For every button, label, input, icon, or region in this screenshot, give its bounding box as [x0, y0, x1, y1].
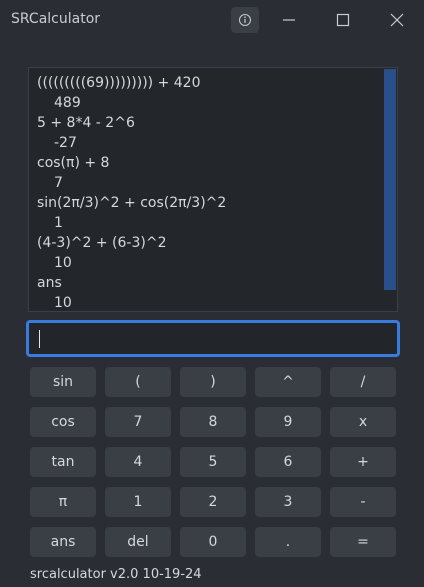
key-close-paren[interactable]: ) [180, 367, 246, 397]
info-button[interactable] [231, 7, 259, 33]
title-bar: SRCalculator [0, 0, 424, 40]
key-pi[interactable]: π [30, 487, 96, 517]
minimize-icon [283, 19, 295, 21]
history-result: 10 [54, 255, 72, 271]
key-open-paren[interactable]: ( [105, 367, 171, 397]
minimize-button[interactable] [277, 8, 301, 32]
history-result: 1 [54, 215, 63, 231]
key-8[interactable]: 8 [180, 407, 246, 437]
history-result: 10 [54, 295, 72, 311]
key-multiply[interactable]: x [330, 407, 396, 437]
history-expression: cos(π) + 8 [37, 155, 110, 171]
close-button[interactable] [385, 8, 409, 32]
info-icon [239, 14, 251, 26]
maximize-icon [336, 13, 350, 27]
history-expression: sin(2π/3)^2 + cos(2π/3)^2 [37, 195, 227, 211]
key-sin[interactable]: sin [30, 367, 96, 397]
key-tan[interactable]: tan [30, 447, 96, 477]
history-panel[interactable]: (((((((((69))))))))) + 420 489 5 + 8*4 - 2… [28, 67, 398, 312]
key-decimal[interactable]: . [255, 527, 321, 557]
key-7[interactable]: 7 [105, 407, 171, 437]
key-9[interactable]: 9 [255, 407, 321, 437]
key-divide[interactable]: / [330, 367, 396, 397]
key-6[interactable]: 6 [255, 447, 321, 477]
key-2[interactable]: 2 [180, 487, 246, 517]
text-caret [39, 330, 40, 348]
history-list: (((((((((69))))))))) + 420 489 5 + 8*4 - 2… [37, 73, 227, 311]
history-result: -27 [54, 135, 77, 151]
history-expression: ans [37, 275, 62, 291]
key-3[interactable]: 3 [255, 487, 321, 517]
keypad: sin () ^ / cos 7 8 9 x tan 4 5 6 + π 1 2 3- ans del 0. = [30, 367, 396, 557]
version-label: srcalculator v2.0 10-19-24 [30, 567, 202, 582]
history-expression: 5 + 8*4 - 2^6 [37, 115, 135, 131]
key-equals[interactable]: = [330, 527, 396, 557]
key-minus[interactable]: - [330, 487, 396, 517]
history-result: 7 [54, 175, 63, 191]
history-result: 489 [54, 95, 81, 111]
key-5[interactable]: 5 [180, 447, 246, 477]
key-del[interactable]: del [105, 527, 171, 557]
key-0[interactable]: 0 [180, 527, 246, 557]
window-title: SRCalculator [11, 11, 101, 27]
key-cos[interactable]: cos [30, 407, 96, 437]
history-scrollbar[interactable] [384, 69, 396, 290]
history-expression: (((((((((69))))))))) + 420 [37, 75, 201, 91]
key-ans[interactable]: ans [30, 527, 96, 557]
key-4[interactable]: 4 [105, 447, 171, 477]
maximize-button[interactable] [331, 8, 355, 32]
close-icon [390, 13, 404, 27]
key-plus[interactable]: + [330, 447, 396, 477]
expression-input-box[interactable] [26, 320, 400, 357]
expression-input[interactable] [29, 323, 397, 354]
history-expression: (4-3)^2 + (6-3)^2 [37, 235, 167, 251]
key-power[interactable]: ^ [255, 367, 321, 397]
key-1[interactable]: 1 [105, 487, 171, 517]
calculator-window: SRCalculator (((((((((69))))))))) + 420 … [0, 0, 424, 587]
